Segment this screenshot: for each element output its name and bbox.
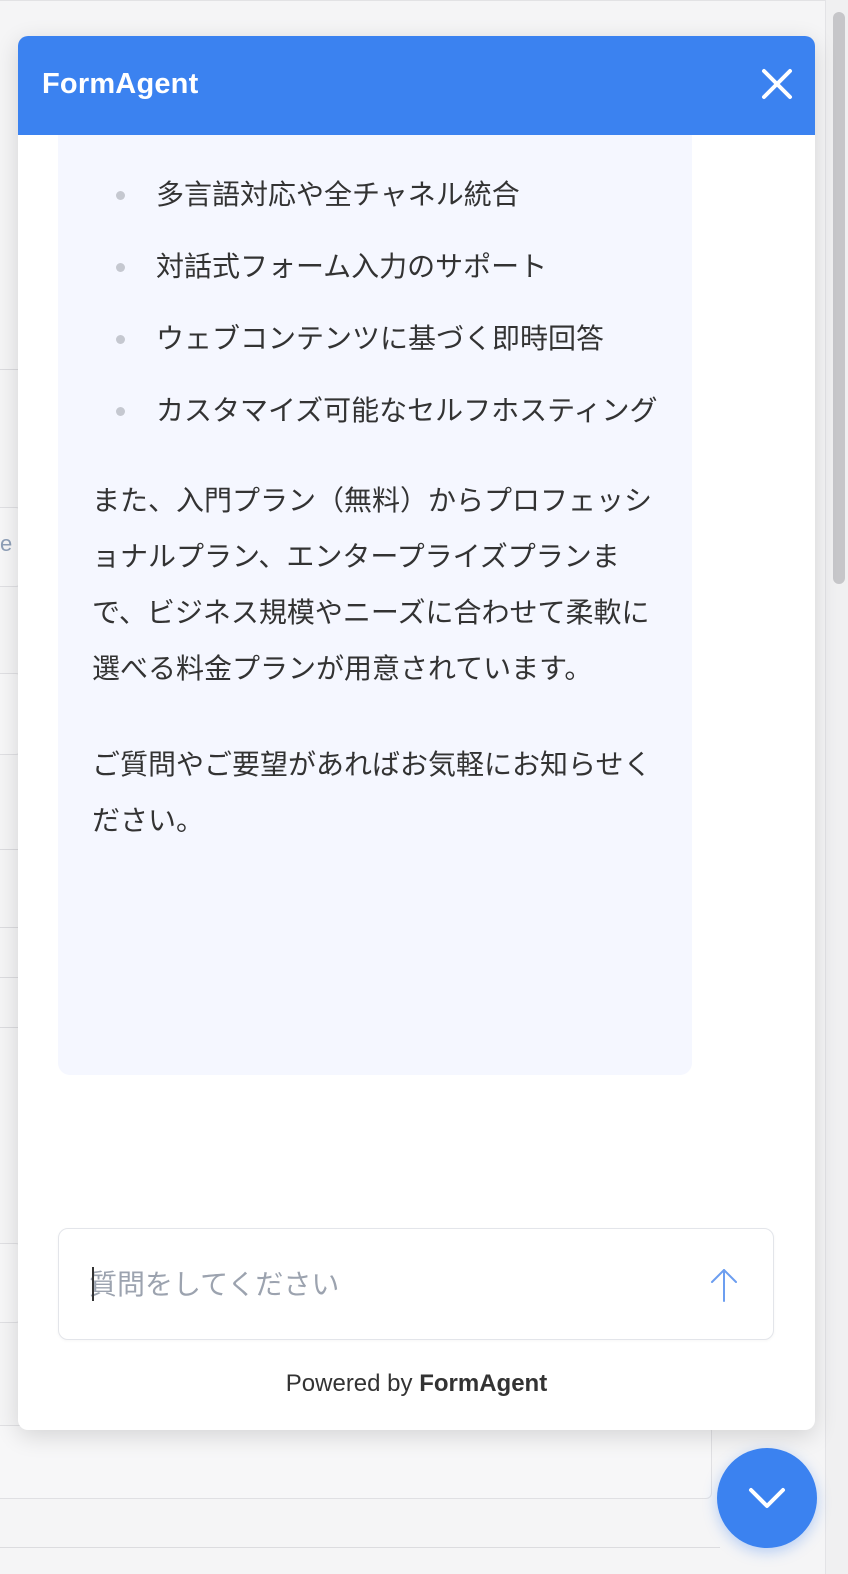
message-paragraph: ご質問やご要望があればお気軽にお知らせください。 xyxy=(92,748,652,837)
page-scrollbar-thumb[interactable] xyxy=(833,12,845,584)
list-item: 多言語対応や全チャネル統合 xyxy=(92,167,658,223)
list-item-text: 多言語対応や全チャネル統合 xyxy=(156,178,520,211)
background-divider xyxy=(0,849,20,850)
feature-list: 可能 多言語対応や全チャネル統合 対話式フォーム入力のサポート ウェブコンテンツ… xyxy=(92,135,658,439)
list-item-text: カスタマイズ可能なセルフホスティング xyxy=(156,394,658,427)
question-input[interactable] xyxy=(89,1229,669,1339)
bullet-dot xyxy=(116,335,125,344)
background-divider xyxy=(0,369,20,370)
bullet-dot xyxy=(116,407,125,416)
background-divider xyxy=(0,1027,20,1028)
chat-widget: FormAgent 可能 多言語対応や全チャネル統合 対話式フォーム入力のサポー… xyxy=(18,36,815,1430)
send-button[interactable] xyxy=(705,1265,743,1305)
assistant-message: 可能 多言語対応や全チャネル統合 対話式フォーム入力のサポート ウェブコンテンツ… xyxy=(58,135,692,1075)
chevron-down-icon xyxy=(749,1488,785,1508)
chat-toggle-button[interactable] xyxy=(717,1448,817,1548)
chat-title: FormAgent xyxy=(42,68,199,100)
list-item: ウェブコンテンツに基づく即時回答 xyxy=(92,311,658,367)
background-divider xyxy=(0,977,20,978)
background-card xyxy=(0,1425,712,1499)
background-divider xyxy=(0,1547,720,1548)
powered-brand-link[interactable]: FormAgent xyxy=(419,1370,547,1397)
list-item-text: ウェブコンテンツに基づく即時回答 xyxy=(156,322,605,355)
bullet-dot xyxy=(116,191,125,200)
arrow-up-icon xyxy=(711,1269,737,1302)
question-input-box xyxy=(58,1228,774,1340)
message-list[interactable]: 可能 多言語対応や全チャネル統合 対話式フォーム入力のサポート ウェブコンテンツ… xyxy=(18,135,815,1215)
close-icon xyxy=(762,69,792,99)
background-text-fragment: e xyxy=(0,531,13,556)
list-item: 対話式フォーム入力のサポート xyxy=(92,239,658,295)
chat-header: FormAgent xyxy=(18,36,815,135)
background-divider xyxy=(0,927,20,928)
powered-prefix: Powered by xyxy=(285,1370,413,1397)
list-item: 可能 xyxy=(92,135,658,151)
powered-by: Powered by FormAgent xyxy=(18,1370,815,1398)
text-caret xyxy=(92,1267,94,1301)
list-item: カスタマイズ可能なセルフホスティング xyxy=(92,383,658,439)
bullet-dot xyxy=(116,263,125,272)
page-scrollbar[interactable] xyxy=(825,0,848,1574)
close-button[interactable] xyxy=(755,62,799,106)
message-paragraph: また、入門プラン（無料）からプロフェッショナルプラン、エンタープライズプランまで… xyxy=(92,484,653,685)
list-item-text: 可能 xyxy=(156,135,212,139)
list-item-text: 対話式フォーム入力のサポート xyxy=(156,250,548,283)
